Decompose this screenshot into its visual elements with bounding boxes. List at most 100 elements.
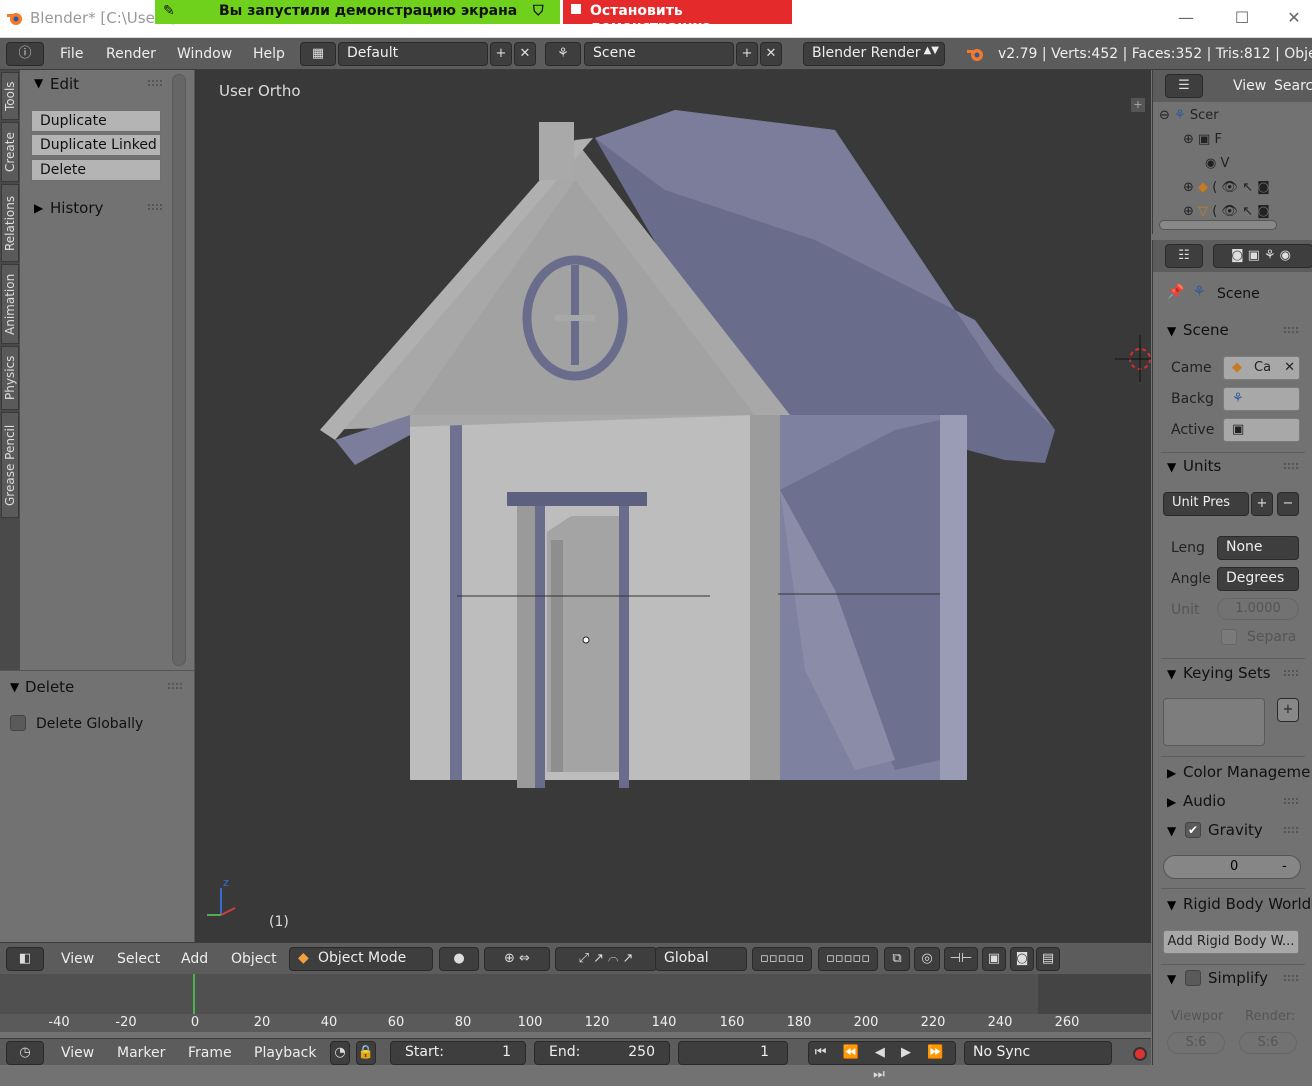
record-icon[interactable] <box>1133 1047 1147 1061</box>
drag-grip-icon[interactable] <box>1284 327 1298 333</box>
menu-view[interactable]: View <box>61 1045 94 1061</box>
outliner-menu-search[interactable]: Searc <box>1274 78 1312 94</box>
panel-history-title[interactable]: History <box>50 199 103 217</box>
simplify-checkbox[interactable] <box>1185 970 1201 986</box>
add-keying-set-icon[interactable]: + <box>1277 698 1299 722</box>
mode-dropdown[interactable]: ◆ Object Mode <box>289 947 433 971</box>
panel-gravity-title[interactable]: Gravity <box>1208 821 1263 839</box>
playback-controls[interactable]: ⏮ ⏪ ◀ ▶ ⏩ ⏭ <box>808 1041 956 1082</box>
panel-rigid-body-title[interactable]: Rigid Body World <box>1183 895 1311 913</box>
layers-grid-a[interactable]: ▫▫▫▫▫ <box>752 947 812 971</box>
drag-grip-icon[interactable] <box>1284 975 1298 981</box>
current-frame-marker[interactable] <box>193 974 195 1014</box>
simplify-viewport-field[interactable]: S:6 <box>1167 1032 1225 1054</box>
outliner-row-mesh[interactable]: ⊕ ▽ ( 👁 ↖ ◙ <box>1183 204 1270 219</box>
properties-context-tabs[interactable]: ◙▣⚘◉ <box>1213 244 1312 268</box>
tab-tools[interactable]: Tools <box>1 72 19 120</box>
menu-render[interactable]: Render <box>106 46 156 62</box>
current-frame-field[interactable]: 1 <box>678 1041 788 1065</box>
panel-keying-sets-title[interactable]: Keying Sets <box>1183 664 1271 682</box>
menu-view[interactable]: View <box>61 951 94 967</box>
outliner-row-render[interactable]: ⊕ ▣ F <box>1183 132 1222 147</box>
simplify-render-field[interactable]: S:6 <box>1239 1032 1297 1054</box>
tab-create[interactable]: Create <box>1 122 19 182</box>
render-icon[interactable]: ◙ <box>1010 947 1034 971</box>
length-dropdown[interactable]: None <box>1217 536 1299 560</box>
drag-grip-icon[interactable] <box>1284 827 1298 833</box>
operator-title[interactable]: Delete <box>25 678 74 696</box>
menu-playback[interactable]: Playback <box>254 1045 316 1061</box>
outliner-scrollbar[interactable] <box>1159 220 1277 230</box>
drag-grip-icon[interactable] <box>1284 798 1298 804</box>
duplicate-button[interactable]: Duplicate <box>31 110 161 132</box>
minimize-button[interactable]: — <box>1166 6 1206 32</box>
drag-grip-icon[interactable] <box>1284 463 1298 469</box>
outliner-type-icon[interactable]: ☰ <box>1165 74 1203 98</box>
snap-target-icon[interactable]: ▣ <box>982 947 1006 971</box>
close-button[interactable]: ✕ <box>1274 6 1312 32</box>
separate-checkbox[interactable] <box>1221 629 1237 645</box>
editor-type-3d-button[interactable]: ◧ <box>6 947 44 971</box>
duplicate-linked-button[interactable]: Duplicate Linked <box>31 134 161 156</box>
editor-type-info-button[interactable]: ⓘ <box>6 42 44 66</box>
outliner-row-scene[interactable]: ⊖ ⚘ Scer <box>1159 108 1219 123</box>
render-engine-dropdown[interactable]: Blender Render ▲▼ <box>803 42 945 66</box>
menu-frame[interactable]: Frame <box>188 1045 232 1061</box>
add-preset-icon[interactable]: + <box>1251 492 1273 516</box>
remove-preset-icon[interactable]: − <box>1277 492 1299 516</box>
panel-edit-title[interactable]: Edit <box>50 75 79 93</box>
menu-window[interactable]: Window <box>177 46 232 62</box>
layout-icon-button[interactable]: ▦ <box>300 42 336 66</box>
sync-dropdown[interactable]: No Sync <box>964 1041 1112 1065</box>
scene-name-field[interactable]: Scene <box>584 42 734 66</box>
active-clip-field[interactable]: ▣ <box>1223 418 1300 442</box>
outliner-menu-view[interactable]: View <box>1233 78 1266 94</box>
end-frame-field[interactable]: End: 250 <box>534 1041 670 1065</box>
properties-type-icon[interactable]: ☷ <box>1165 244 1203 268</box>
toolshelf-scrollbar[interactable] <box>172 74 186 666</box>
drag-grip-icon[interactable] <box>1284 670 1298 676</box>
pivot-dropdown[interactable]: ⊕ ⇔ <box>484 947 550 971</box>
clapper-icon[interactable]: ▤ <box>1036 947 1060 971</box>
drag-grip-icon[interactable] <box>148 80 162 86</box>
menu-add[interactable]: Add <box>181 951 208 967</box>
layers-grid-b[interactable]: ▫▫▫▫▫ <box>818 947 878 971</box>
unit-scale-field[interactable]: 1.0000 <box>1217 598 1299 620</box>
menu-help[interactable]: Help <box>253 46 285 62</box>
panel-color-management-title[interactable]: Color Manageme <box>1183 763 1310 781</box>
angle-dropdown[interactable]: Degrees <box>1217 567 1299 591</box>
timeline-ruler[interactable]: -40 -20 0 20 40 60 80 100 120 140 160 180 200 220 240 2… <box>0 1014 1151 1032</box>
tab-physics[interactable]: Physics <box>1 346 19 410</box>
shading-dropdown[interactable]: ● <box>439 947 479 971</box>
drag-grip-icon[interactable] <box>148 204 162 210</box>
tab-relations[interactable]: Relations <box>1 184 19 262</box>
camera-field[interactable]: ◆ Ca ✕ <box>1223 356 1300 380</box>
scene-icon-button[interactable]: ⚘ <box>545 42 581 66</box>
menu-select[interactable]: Select <box>117 951 160 967</box>
editor-type-timeline-button[interactable]: ◷ <box>6 1041 44 1065</box>
tab-grease-pencil[interactable]: Grease Pencil <box>1 412 19 518</box>
panel-audio-title[interactable]: Audio <box>1183 792 1226 810</box>
remove-scene-icon[interactable]: ✕ <box>760 42 782 66</box>
panel-simplify-title[interactable]: Simplify <box>1208 969 1268 987</box>
layout-name-field[interactable]: Default <box>338 42 488 66</box>
proportional-edit-icon[interactable]: ◎ <box>914 947 940 971</box>
orientation-dropdown[interactable]: Global <box>655 947 747 971</box>
gravity-vector-field[interactable]: 0 - <box>1163 855 1301 879</box>
house-model[interactable] <box>195 70 1151 942</box>
keying-icon[interactable]: ◔ <box>330 1041 350 1065</box>
delete-button[interactable]: Delete <box>31 159 161 181</box>
background-field[interactable]: ⚘ <box>1223 387 1300 411</box>
tab-animation[interactable]: Animation <box>1 264 19 344</box>
keying-sets-list[interactable] <box>1163 698 1265 746</box>
panel-units-title[interactable]: Units <box>1183 457 1221 475</box>
maximize-button[interactable]: ☐ <box>1222 6 1262 32</box>
add-scene-icon[interactable]: + <box>736 42 758 66</box>
menu-marker[interactable]: Marker <box>117 1045 165 1061</box>
unit-presets-dropdown[interactable]: Unit Pres <box>1163 492 1249 516</box>
lock-icon[interactable]: 🔒 <box>356 1041 376 1065</box>
outliner-row-world[interactable]: ◉ V <box>1205 156 1229 171</box>
lock-layers-icon[interactable]: ⧉ <box>884 947 910 971</box>
stop-share-button[interactable]: Остановить демонстрацию <box>563 0 792 35</box>
manipulator-buttons[interactable]: ⤢ ↗ ⌒ ↗ <box>555 947 657 971</box>
